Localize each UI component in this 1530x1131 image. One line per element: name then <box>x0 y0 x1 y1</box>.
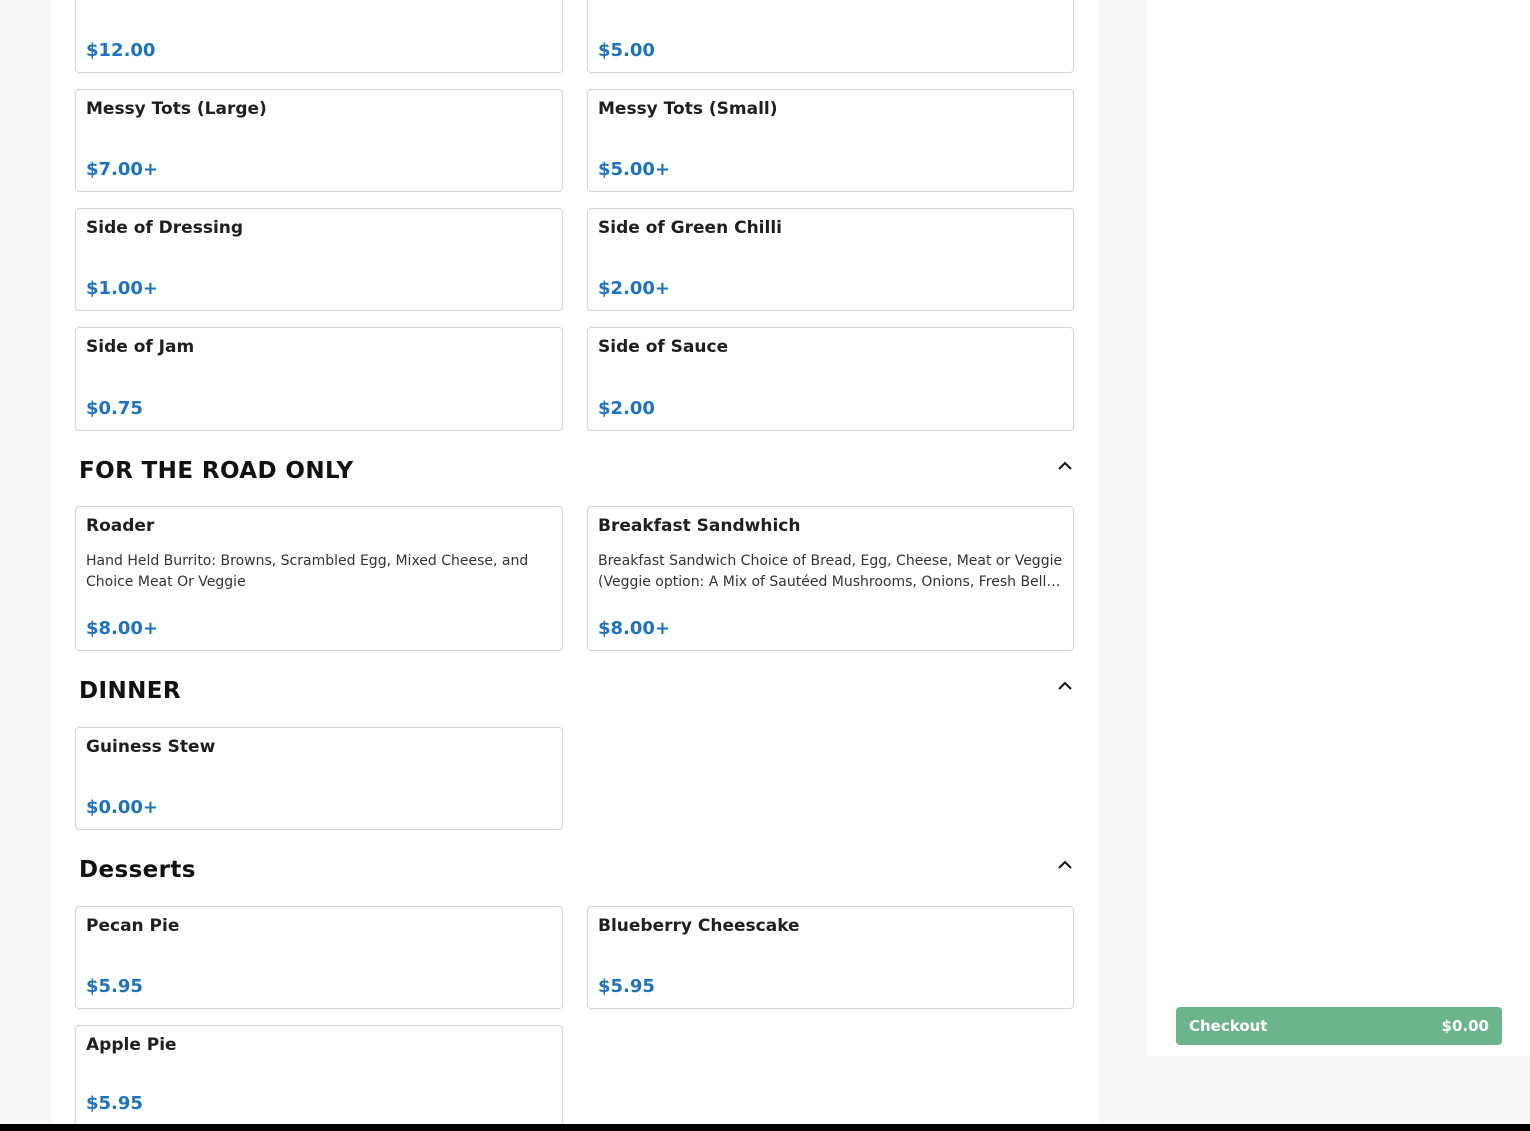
chevron-up-icon <box>1058 681 1072 690</box>
menu-item-name: Guiness Stew <box>86 737 216 757</box>
menu-item-card[interactable]: Side of Jam $0.75 <box>75 327 563 431</box>
menu-item-card[interactable]: Roader Hand Held Burrito: Browns, Scramb… <box>75 506 563 651</box>
menu-page: $12.00 $5.00 Messy Tots (Large) $7.00+ M… <box>0 0 1530 1131</box>
collapse-road-button[interactable] <box>1054 457 1076 475</box>
menu-item-description: Hand Held Burrito: Browns, Scrambled Egg… <box>86 553 529 590</box>
menu-item-card[interactable]: Breakfast Sandwhich Breakfast Sandwich C… <box>587 506 1074 651</box>
section-title-desserts: Desserts <box>79 857 196 883</box>
menu-item-card[interactable]: Side of Sauce $2.00 <box>587 327 1074 431</box>
collapse-desserts-button[interactable] <box>1054 856 1076 874</box>
menu-item-name: Blueberry Cheescake <box>598 916 800 936</box>
menu-item-card[interactable]: $12.00 <box>75 0 563 73</box>
menu-item-name: Side of Jam <box>86 337 195 357</box>
menu-item-price: $2.00+ <box>598 278 671 299</box>
menu-item-card[interactable]: Blueberry Cheescake $5.95 <box>587 906 1074 1009</box>
section-title-dinner: DINNER <box>79 678 181 704</box>
collapse-dinner-button[interactable] <box>1054 677 1076 695</box>
menu-item-price: $0.00+ <box>86 797 159 818</box>
menu-item-description: Breakfast Sandwich Choice of Bread, Egg,… <box>598 553 1063 590</box>
menu-item-card[interactable]: Pecan Pie $5.95 <box>75 906 563 1009</box>
menu-item-name: Side of Dressing <box>86 218 244 238</box>
section-title-for-the-road-only: FOR THE ROAD ONLY <box>79 458 354 484</box>
menu-item-price: $5.00+ <box>598 159 671 180</box>
menu-item-price: $0.75 <box>86 398 143 419</box>
menu-item-price: $7.00+ <box>86 159 159 180</box>
menu-item-name: Pecan Pie <box>86 916 180 936</box>
chevron-up-icon <box>1058 461 1072 470</box>
menu-item-card[interactable]: Guiness Stew $0.00+ <box>75 727 563 830</box>
menu-item-price: $12.00 <box>86 40 156 61</box>
menu-item-name: Messy Tots (Small) <box>598 99 778 119</box>
menu-item-price: $5.00 <box>598 40 655 61</box>
checkout-button[interactable]: Checkout $0.00 <box>1176 1007 1502 1045</box>
menu-item-price: $1.00+ <box>86 278 159 299</box>
checkout-label: Checkout <box>1189 1017 1268 1035</box>
menu-item-name: Side of Green Chilli <box>598 218 782 238</box>
menu-item-card[interactable]: $5.00 <box>587 0 1074 73</box>
menu-item-price: $2.00 <box>598 398 655 419</box>
menu-item-name: Roader <box>86 516 155 536</box>
window-bottom-edge <box>0 1124 1530 1131</box>
menu-item-card[interactable]: Side of Dressing $1.00+ <box>75 208 563 311</box>
menu-item-name: Side of Sauce <box>598 337 729 357</box>
menu-item-card[interactable]: Side of Green Chilli $2.00+ <box>587 208 1074 311</box>
menu-item-card[interactable]: Messy Tots (Small) $5.00+ <box>587 89 1074 192</box>
menu-item-name: Messy Tots (Large) <box>86 99 267 119</box>
menu-item-price: $5.95 <box>86 1093 143 1114</box>
menu-item-price: $8.00+ <box>598 618 671 639</box>
menu-item-price: $8.00+ <box>86 618 159 639</box>
menu-item-card[interactable]: Apple Pie $5.95 <box>75 1025 563 1131</box>
chevron-up-icon <box>1058 860 1072 869</box>
menu-item-price: $5.95 <box>598 976 655 997</box>
cart-panel <box>1147 0 1530 1056</box>
menu-item-price: $5.95 <box>86 976 143 997</box>
menu-item-name: Apple Pie <box>86 1035 177 1055</box>
cart-total: $0.00 <box>1441 1017 1489 1035</box>
menu-item-card[interactable]: Messy Tots (Large) $7.00+ <box>75 89 563 192</box>
menu-item-name: Breakfast Sandwhich <box>598 516 801 536</box>
